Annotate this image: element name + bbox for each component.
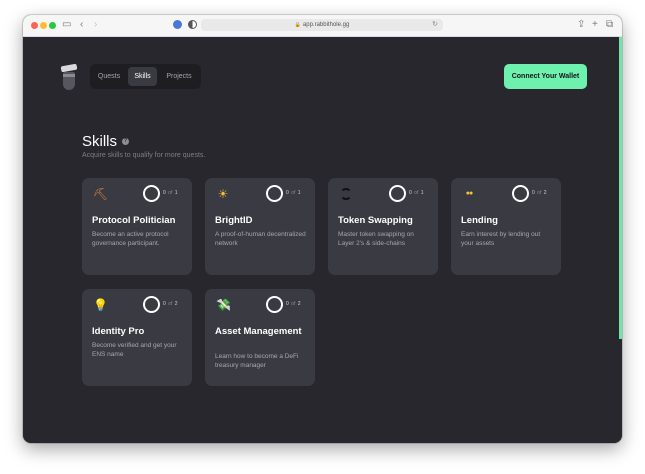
skill-card-protocol-politician[interactable]: ⛏ 0 of 1 Protocol Politician Become an a… <box>82 178 192 275</box>
help-icon[interactable]: ? <box>122 138 129 145</box>
progress-total: 1 <box>174 190 178 196</box>
app-content: Quests Skills Projects Connect Your Wall… <box>23 37 622 443</box>
close-window-button[interactable] <box>31 22 38 29</box>
progress-completed: 0 <box>286 190 289 196</box>
tab-skills[interactable]: Skills <box>128 67 157 86</box>
address-url: app.rabbithole.gg <box>302 22 350 28</box>
skill-name: Lending <box>461 215 498 226</box>
progress-ring-icon <box>266 296 283 313</box>
skill-name: Asset Management <box>215 326 302 337</box>
progress-completed: 0 <box>532 190 535 196</box>
coins-icon: ●● <box>465 190 473 197</box>
skill-description: Earn interest by lending out your assets <box>461 231 541 247</box>
progress-ring-icon <box>143 185 160 202</box>
skill-card-lending[interactable]: ●● 0 of 2 Lending Earn interest by lendi… <box>451 178 561 275</box>
progress-ring-icon <box>389 185 406 202</box>
minimize-window-button[interactable] <box>40 22 47 29</box>
tab-overview-icon[interactable]: ⧉ <box>606 19 613 31</box>
page-title: Skills <box>82 133 118 150</box>
progress-total: 1 <box>420 190 424 196</box>
skill-card-brightid[interactable]: ☀ 0 of 1 BrightID A proof-of-human decen… <box>205 178 315 275</box>
skill-description: Become an active protocol governance par… <box>92 231 169 247</box>
progress-total: 2 <box>174 301 178 307</box>
skill-progress: 0 of 1 <box>163 190 178 196</box>
browser-titlebar: ▭ ‹ › 🔒 app.rabbithole.gg ↻ ⇪ + ⧉ <box>23 15 622 37</box>
tab-quests[interactable]: Quests <box>94 67 124 86</box>
progress-completed: 0 <box>163 190 166 196</box>
progress-of-label: of <box>168 190 173 196</box>
rabbithole-logo-icon[interactable] <box>59 63 79 91</box>
progress-of-label: of <box>291 190 296 196</box>
main-nav: Quests Skills Projects <box>90 64 201 89</box>
skill-name: Token Swapping <box>338 215 413 226</box>
skill-name: BrightID <box>215 215 253 226</box>
back-icon[interactable]: ‹ <box>80 19 83 31</box>
sun-icon: ☀ <box>217 187 229 201</box>
skill-card-identity-pro[interactable]: 💡 0 of 2 Identity Pro Become verified an… <box>82 289 192 386</box>
pickaxe-icon: ⛏ <box>93 187 109 201</box>
skill-description: Learn how to become a DeFi treasury mana… <box>215 353 299 369</box>
progress-total: 1 <box>297 190 301 196</box>
progress-completed: 0 <box>286 301 289 307</box>
scrollbar[interactable] <box>619 37 622 339</box>
reload-icon[interactable]: ↻ <box>432 19 438 31</box>
share-icon[interactable]: ⇪ <box>577 19 585 31</box>
skill-card-asset-management[interactable]: 💸 0 of 2 Asset Management Learn how to b… <box>205 289 315 386</box>
tab-projects[interactable]: Projects <box>161 67 197 86</box>
address-bar[interactable]: 🔒 app.rabbithole.gg ↻ <box>201 19 443 31</box>
progress-ring-icon <box>512 185 529 202</box>
new-tab-icon[interactable]: + <box>592 19 598 31</box>
progress-total: 2 <box>297 301 301 307</box>
skill-description: Become verified and get your ENS name <box>92 342 177 358</box>
skill-name: Identity Pro <box>92 326 145 337</box>
page-subtitle: Acquire skills to qualify for more quest… <box>82 152 206 159</box>
skill-description: A proof-of-human decentralized network <box>215 231 306 247</box>
skill-progress: 0 of 1 <box>286 190 301 196</box>
extension-icon[interactable] <box>173 20 182 29</box>
progress-completed: 0 <box>163 301 166 307</box>
forward-icon[interactable]: › <box>94 19 97 31</box>
skill-progress: 0 of 2 <box>286 301 301 307</box>
progress-total: 2 <box>543 190 547 196</box>
browser-window: ▭ ‹ › 🔒 app.rabbithole.gg ↻ ⇪ + ⧉ Quests … <box>23 15 622 443</box>
connect-wallet-button[interactable]: Connect Your Wallet <box>504 64 587 89</box>
privacy-shield-icon[interactable] <box>188 20 197 29</box>
progress-of-label: of <box>537 190 542 196</box>
skill-progress: 0 of 2 <box>163 301 178 307</box>
progress-completed: 0 <box>409 190 412 196</box>
money-icon: 💸 <box>216 298 231 312</box>
sidebar-toggle-icon[interactable]: ▭ <box>62 19 71 31</box>
progress-of-label: of <box>414 190 419 196</box>
swap-icon <box>339 187 353 201</box>
skill-progress: 0 of 1 <box>409 190 424 196</box>
maximize-window-button[interactable] <box>49 22 56 29</box>
progress-of-label: of <box>168 301 173 307</box>
skill-progress: 0 of 2 <box>532 190 547 196</box>
skill-card-token-swapping[interactable]: 0 of 1 Token Swapping Master token swapp… <box>328 178 438 275</box>
progress-ring-icon <box>266 185 283 202</box>
lock-icon: 🔒 <box>294 22 301 28</box>
progress-ring-icon <box>143 296 160 313</box>
progress-of-label: of <box>291 301 296 307</box>
skill-description: Master token swapping on Layer 2's & sid… <box>338 231 414 247</box>
skill-name: Protocol Politician <box>92 215 176 226</box>
lightbulb-icon: 💡 <box>93 298 108 312</box>
